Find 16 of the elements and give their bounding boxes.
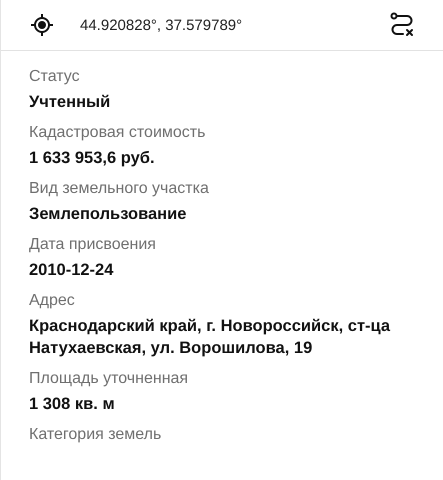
field-value: Землепользование bbox=[29, 204, 188, 225]
field-value: Учтенный bbox=[29, 92, 112, 113]
field-label: Категория земель bbox=[29, 426, 162, 444]
field-value: 1 633 953,6 руб. bbox=[29, 148, 156, 169]
route-off-icon[interactable] bbox=[389, 12, 415, 38]
location-target-icon[interactable] bbox=[30, 13, 54, 37]
field-label: Вид земельного участка bbox=[29, 180, 210, 198]
field-value: Краснодарский край, г. Новороссийск, ст-ца Натухаевская, ул. Ворошилова, 19 bbox=[29, 316, 392, 359]
field-label: Кадастровая стоимость bbox=[29, 124, 206, 142]
field-label: Адрес bbox=[29, 292, 76, 310]
field-value: 1 308 кв. м bbox=[29, 394, 116, 415]
field-label: Площадь уточненная bbox=[29, 370, 190, 388]
field-label: Статус bbox=[29, 68, 81, 86]
field-value: 2010-12-24 bbox=[29, 260, 114, 281]
coordinates-text: 44.920828°, 37.579789° bbox=[80, 16, 244, 34]
field-label: Дата присвоения bbox=[29, 236, 157, 254]
